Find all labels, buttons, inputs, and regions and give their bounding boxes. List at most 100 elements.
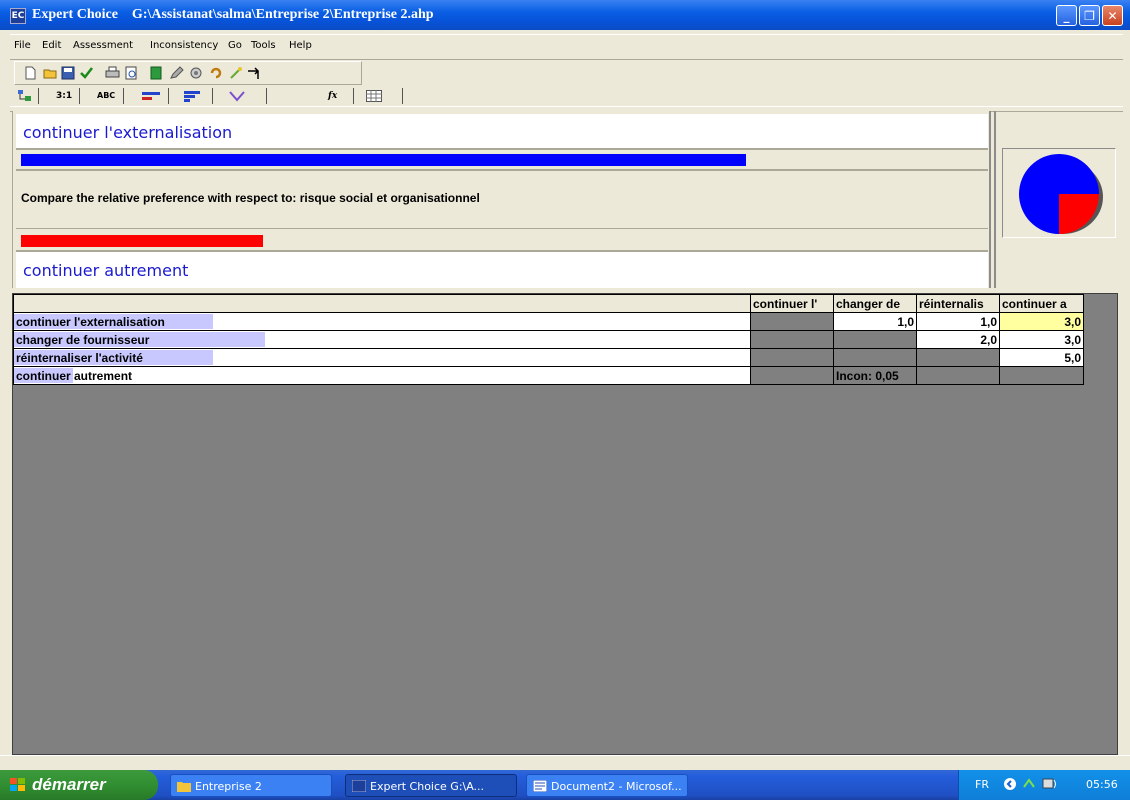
row-label[interactable]: réinternaliser l'activité <box>13 348 751 367</box>
matrix-cell <box>833 348 917 367</box>
menu-edit[interactable]: Edit <box>42 40 61 51</box>
tab-bars[interactable] <box>172 88 213 104</box>
menu-help[interactable]: Help <box>289 40 312 51</box>
print-icon[interactable] <box>105 66 120 80</box>
inconsistency-ratio: Incon: 0,05 <box>833 366 917 385</box>
save-icon[interactable] <box>61 66 76 80</box>
window-title: Expert Choice G:\Assistanat\salma\Entrep… <box>32 7 434 22</box>
taskbar-item-label: Document2 - Microsof... <box>551 780 682 793</box>
taskbar: démarrer Entreprise 2 Expert Choice G:\A… <box>0 770 1130 800</box>
data-grid-icon <box>366 90 382 102</box>
preference-pie-frame <box>1002 148 1116 238</box>
start-label: démarrer <box>32 775 106 794</box>
hierarchy-icon <box>18 90 31 101</box>
wand-icon[interactable] <box>229 66 244 80</box>
tray-expand-icon[interactable] <box>1003 777 1017 791</box>
pie-slice-bottom-alternative <box>1059 194 1099 234</box>
matrix-cell[interactable]: 5,0 <box>999 348 1084 367</box>
menu-bar: File Edit Assessment Inconsistency Go To… <box>10 37 410 55</box>
menu-go[interactable]: Go <box>228 40 242 51</box>
refresh-icon[interactable] <box>209 66 224 80</box>
print-preview-icon[interactable] <box>124 66 139 80</box>
matrix-cell <box>833 330 917 349</box>
menu-tools[interactable]: Tools <box>251 40 276 51</box>
synthesis-icon <box>229 91 245 102</box>
menu-inconsistency[interactable]: Inconsistency <box>150 40 218 51</box>
checkmark-icon[interactable] <box>79 66 94 80</box>
matrix-cell-selected[interactable]: 3,0 <box>999 312 1084 331</box>
comparison-matrix-area: continuer l' changer de réinternalis con… <box>12 293 1118 755</box>
matrix-cell[interactable]: 1,0 <box>833 312 917 331</box>
menu-assessment[interactable]: Assessment <box>73 40 133 51</box>
row-label[interactable]: changer de fournisseur <box>13 330 751 349</box>
top-alternative-row: continuer l'externalisation <box>16 114 988 150</box>
language-indicator[interactable]: FR <box>975 778 989 791</box>
model-icon[interactable] <box>149 66 164 80</box>
tab-hierarchy[interactable] <box>14 88 39 104</box>
speaker-icon[interactable] <box>1042 776 1058 792</box>
title-bar[interactable]: EC Expert Choice G:\Assistanat\salma\Ent… <box>0 0 1130 30</box>
matrix-cell <box>916 348 1000 367</box>
taskbar-item-word[interactable]: Document2 - Microsof... <box>526 774 688 797</box>
panel-divider <box>16 169 988 171</box>
bars-icon <box>184 91 200 102</box>
taskbar-item-label: Expert Choice G:\A... <box>370 780 485 793</box>
clock: 05:56 <box>1086 778 1118 791</box>
open-folder-icon[interactable] <box>43 66 58 80</box>
row-label[interactable]: continuer autrement <box>13 366 751 385</box>
matrix-header-row: continuer l' changer de réinternalis con… <box>13 294 1084 313</box>
tab-formula[interactable]: fx <box>314 88 354 104</box>
comparison-matrix: continuer l' changer de réinternalis con… <box>13 294 1084 385</box>
bottom-alternative-preference-bar[interactable] <box>21 235 263 247</box>
matrix-cell <box>750 312 834 331</box>
tab-data-grid[interactable] <box>358 88 403 104</box>
matrix-cell <box>750 330 834 349</box>
matrix-cell[interactable]: 2,0 <box>916 330 1000 349</box>
table-row: réinternaliser l'activité 5,0 <box>13 348 1084 367</box>
panel-divider <box>16 228 988 229</box>
row-label[interactable]: continuer l'externalisation <box>13 312 751 331</box>
taskbar-item-expert-choice[interactable]: Expert Choice G:\A... <box>345 774 517 797</box>
tab-graphical-comparison[interactable] <box>128 88 169 104</box>
new-file-icon[interactable] <box>23 66 38 80</box>
bottom-alternative-label: continuer autrement <box>23 261 189 280</box>
network-icon[interactable] <box>1022 777 1038 791</box>
taskbar-item-explorer[interactable]: Entreprise 2 <box>170 774 332 797</box>
bottom-alternative-row: continuer autrement <box>16 250 988 288</box>
matrix-cell <box>750 348 834 367</box>
column-header[interactable]: continuer a <box>999 294 1084 313</box>
tab-synthesis[interactable] <box>216 88 267 104</box>
start-button[interactable]: démarrer <box>0 770 158 800</box>
table-row: changer de fournisseur 2,0 3,0 <box>13 330 1084 349</box>
column-header[interactable]: changer de <box>833 294 917 313</box>
graphical-bars-icon <box>142 92 160 100</box>
matrix-cell[interactable]: 3,0 <box>999 330 1084 349</box>
settings-icon[interactable] <box>189 66 204 80</box>
edit-icon[interactable] <box>169 66 184 80</box>
minimize-button[interactable]: _ <box>1056 5 1077 26</box>
comparison-prompt: Compare the relative preference with res… <box>21 191 480 205</box>
column-header[interactable]: continuer l' <box>750 294 834 313</box>
pairwise-comparison-panel: continuer l'externalisation Compare the … <box>12 111 991 288</box>
top-alternative-preference-bar[interactable] <box>21 154 746 166</box>
matrix-cell <box>999 366 1084 385</box>
expert-choice-app-icon[interactable]: EC <box>10 8 26 24</box>
restore-button[interactable]: ❐ <box>1079 5 1100 26</box>
windows-logo-icon <box>10 778 25 791</box>
matrix-cell <box>916 366 1000 385</box>
status-bar <box>0 755 1130 771</box>
taskbar-item-label: Entreprise 2 <box>195 780 262 793</box>
matrix-corner-cell <box>13 294 751 313</box>
tab-verbal-comparison[interactable]: ABC <box>84 88 124 104</box>
go-arrow-icon[interactable] <box>247 66 262 80</box>
preference-pie-chart <box>1019 154 1103 234</box>
close-button[interactable]: ✕ <box>1102 5 1123 26</box>
panel-splitter[interactable] <box>994 111 996 288</box>
menu-file[interactable]: File <box>14 40 31 51</box>
expert-choice-icon <box>352 780 366 792</box>
toolbar <box>14 61 362 85</box>
tab-numerical-comparison[interactable]: 3:1 <box>42 88 80 104</box>
view-tab-strip: 3:1 ABC fx <box>14 86 434 106</box>
matrix-cell[interactable]: 1,0 <box>916 312 1000 331</box>
column-header[interactable]: réinternalis <box>916 294 1000 313</box>
